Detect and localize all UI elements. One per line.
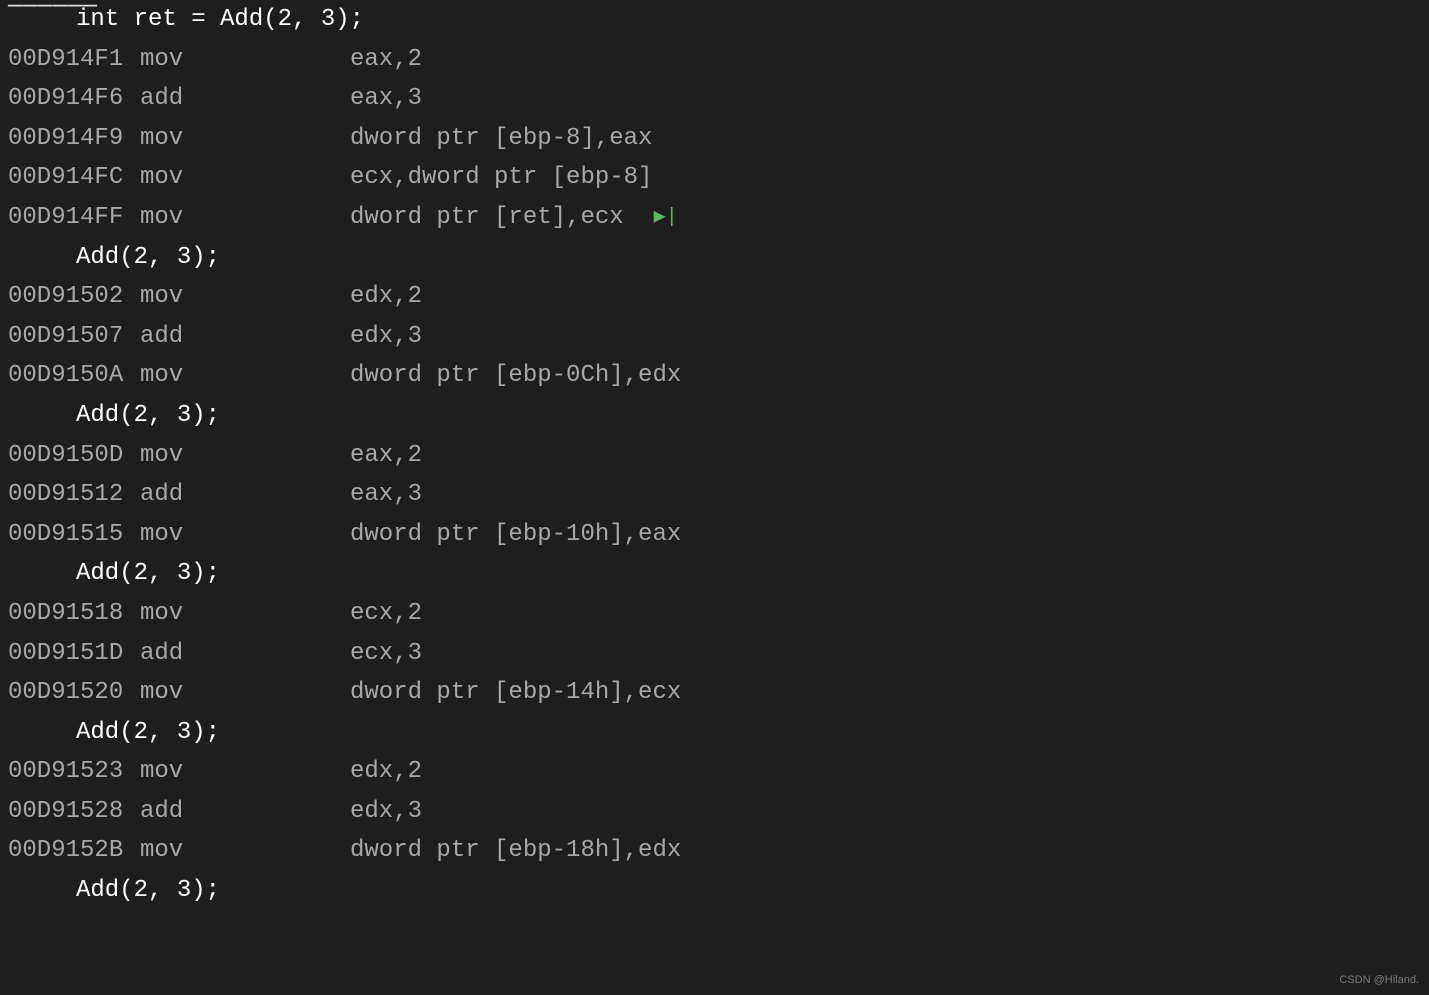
- address: 00D91528: [0, 792, 140, 832]
- source-line[interactable]: int ret = Add(2, 3);: [0, 0, 1429, 40]
- asm-line[interactable]: 00D91502movedx,2: [0, 277, 1429, 317]
- operand: eax,3: [350, 79, 422, 119]
- asm-line[interactable]: 00D91523movedx,2: [0, 752, 1429, 792]
- mnemonic: mov: [140, 356, 350, 396]
- operand: edx,3: [350, 792, 422, 832]
- mnemonic: add: [140, 475, 350, 515]
- address: 00D914F6: [0, 79, 140, 119]
- execution-pointer-icon: ▶|: [654, 201, 678, 234]
- address: 00D9150D: [0, 436, 140, 476]
- mnemonic: add: [140, 79, 350, 119]
- mnemonic: mov: [140, 831, 350, 871]
- asm-line[interactable]: 00D914F9movdword ptr [ebp-8],eax: [0, 119, 1429, 159]
- operand: dword ptr [ebp-10h],eax: [350, 515, 681, 555]
- asm-line[interactable]: 00D914F1moveax,2: [0, 40, 1429, 80]
- operand: dword ptr [ebp-14h],ecx: [350, 673, 681, 713]
- disassembly-view[interactable]: int ret = Add(2, 3);00D914F1moveax,200D9…: [0, 0, 1429, 911]
- operand: eax,2: [350, 436, 422, 476]
- address: 00D91518: [0, 594, 140, 634]
- operand: eax,3: [350, 475, 422, 515]
- operand: dword ptr [ebp-0Ch],edx: [350, 356, 681, 396]
- asm-line[interactable]: 00D91512addeax,3: [0, 475, 1429, 515]
- watermark-text: CSDN @Hiland.: [1339, 971, 1419, 989]
- mnemonic: add: [140, 792, 350, 832]
- mnemonic: mov: [140, 673, 350, 713]
- source-line[interactable]: Add(2, 3);: [0, 554, 1429, 594]
- address: 00D914FC: [0, 158, 140, 198]
- asm-line[interactable]: 00D914FCmovecx,dword ptr [ebp-8]: [0, 158, 1429, 198]
- asm-line[interactable]: 00D914FFmovdword ptr [ret],ecx ▶|: [0, 198, 1429, 238]
- asm-line[interactable]: 00D914F6addeax,3: [0, 79, 1429, 119]
- mnemonic: mov: [140, 158, 350, 198]
- operand: ecx,3: [350, 634, 422, 674]
- operand: ecx,dword ptr [ebp-8]: [350, 158, 652, 198]
- address: 00D91507: [0, 317, 140, 357]
- asm-line[interactable]: 00D91528addedx,3: [0, 792, 1429, 832]
- source-text: Add(2, 3);: [0, 238, 220, 278]
- source-line[interactable]: Add(2, 3);: [0, 713, 1429, 753]
- operand: dword ptr [ebp-8],eax: [350, 119, 652, 159]
- address: 00D9151D: [0, 634, 140, 674]
- mnemonic: mov: [140, 594, 350, 634]
- address: 00D91512: [0, 475, 140, 515]
- asm-line[interactable]: 00D9152Bmovdword ptr [ebp-18h],edx: [0, 831, 1429, 871]
- operand: ecx,2: [350, 594, 422, 634]
- operand: eax,2: [350, 40, 422, 80]
- source-line[interactable]: Add(2, 3);: [0, 871, 1429, 911]
- source-text: Add(2, 3);: [0, 713, 220, 753]
- source-text: Add(2, 3);: [0, 871, 220, 911]
- mnemonic: mov: [140, 515, 350, 555]
- operand: edx,2: [350, 277, 422, 317]
- address: 00D91523: [0, 752, 140, 792]
- operand: dword ptr [ebp-18h],edx: [350, 831, 681, 871]
- address: 00D914F1: [0, 40, 140, 80]
- asm-line[interactable]: 00D91518movecx,2: [0, 594, 1429, 634]
- source-line[interactable]: Add(2, 3);: [0, 396, 1429, 436]
- operand: edx,3: [350, 317, 422, 357]
- mnemonic: mov: [140, 752, 350, 792]
- mnemonic: mov: [140, 40, 350, 80]
- mnemonic: mov: [140, 198, 350, 238]
- operand: dword ptr [ret],ecx: [350, 198, 624, 238]
- address: 00D9152B: [0, 831, 140, 871]
- asm-line[interactable]: 00D9150Amovdword ptr [ebp-0Ch],edx: [0, 356, 1429, 396]
- asm-line[interactable]: 00D91520movdword ptr [ebp-14h],ecx: [0, 673, 1429, 713]
- source-text: Add(2, 3);: [0, 396, 220, 436]
- address: 00D91515: [0, 515, 140, 555]
- mnemonic: add: [140, 317, 350, 357]
- mnemonic: mov: [140, 277, 350, 317]
- source-text: Add(2, 3);: [0, 554, 220, 594]
- mnemonic: add: [140, 634, 350, 674]
- address: 00D91502: [0, 277, 140, 317]
- asm-line[interactable]: 00D9150Dmoveax,2: [0, 436, 1429, 476]
- operand: edx,2: [350, 752, 422, 792]
- mnemonic: mov: [140, 436, 350, 476]
- asm-line[interactable]: 00D91507addedx,3: [0, 317, 1429, 357]
- mnemonic: mov: [140, 119, 350, 159]
- address: 00D914FF: [0, 198, 140, 238]
- address: 00D91520: [0, 673, 140, 713]
- address: 00D9150A: [0, 356, 140, 396]
- asm-line[interactable]: 00D91515movdword ptr [ebp-10h],eax: [0, 515, 1429, 555]
- source-line[interactable]: Add(2, 3);: [0, 238, 1429, 278]
- source-text: int ret = Add(2, 3);: [0, 0, 364, 40]
- asm-line[interactable]: 00D9151Daddecx,3: [0, 634, 1429, 674]
- address: 00D914F9: [0, 119, 140, 159]
